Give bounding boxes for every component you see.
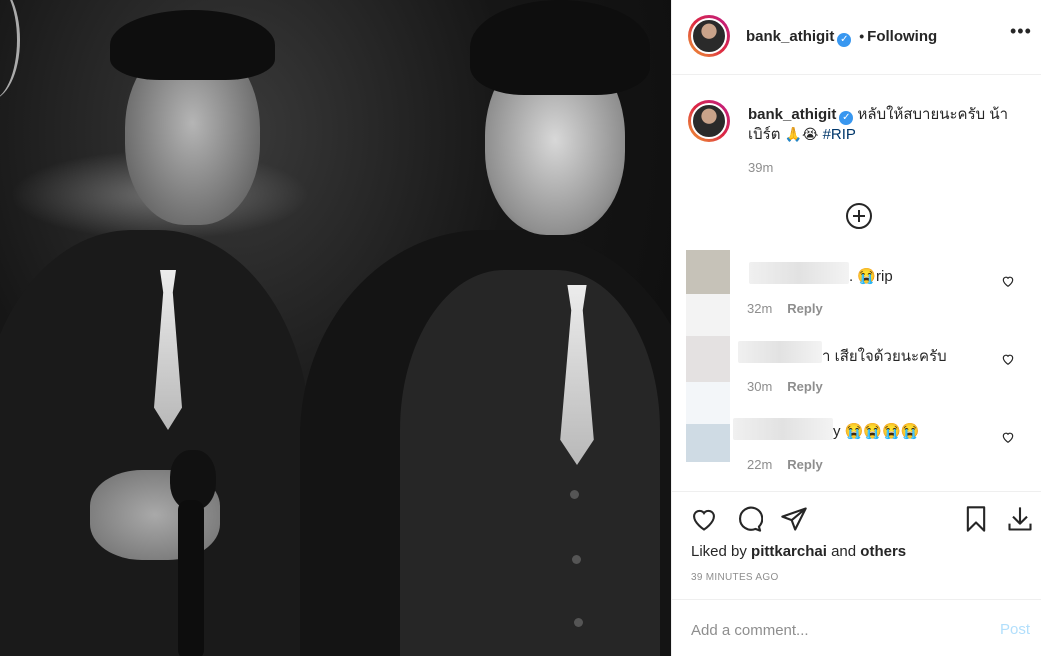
vest-button — [570, 490, 579, 499]
reply-button[interactable]: Reply — [787, 457, 822, 472]
header-username[interactable]: bank_athigit — [746, 28, 834, 45]
vest-button — [574, 618, 583, 627]
left-person-hair — [110, 10, 275, 80]
heart-icon[interactable] — [1001, 274, 1015, 288]
comment-bar: Post — [672, 599, 1041, 656]
following-button[interactable]: Following — [867, 28, 937, 45]
liked-by-user[interactable]: pittkarchai — [751, 543, 827, 560]
heart-icon[interactable] — [1001, 352, 1015, 366]
bookmark-icon[interactable] — [962, 505, 990, 533]
plus-circle-icon[interactable] — [846, 203, 872, 229]
post-photo — [0, 0, 671, 656]
post-timestamp: 39 MINUTES AGO — [691, 572, 779, 583]
comment-avatar[interactable] — [686, 424, 730, 462]
comment-avatar[interactable] — [686, 336, 730, 382]
left-person-body — [0, 230, 310, 656]
verified-badge-icon: ✓ — [837, 33, 852, 47]
comment-time: 30m — [747, 379, 773, 394]
caption-username[interactable]: bank_athigit — [748, 106, 836, 123]
heart-icon[interactable] — [690, 505, 718, 533]
heart-icon[interactable] — [1001, 430, 1015, 444]
blurred-commenter-name — [749, 262, 849, 284]
caption-time: 39m — [748, 160, 774, 175]
reply-button[interactable]: Reply — [787, 379, 822, 394]
share-icon[interactable] — [780, 505, 808, 533]
likes-summary: Liked by pittkarchai and others — [691, 543, 906, 560]
reply-button[interactable]: Reply — [787, 301, 822, 316]
likes-connector: and — [831, 543, 857, 560]
comment-avatar-divider — [686, 382, 730, 424]
right-person-hair — [470, 0, 650, 95]
caption-hashtag[interactable]: #RIP — [823, 126, 856, 143]
caption-emojis: 🙏😭 — [784, 127, 819, 143]
blurred-commenter-name — [733, 418, 833, 440]
comment-time: 32m — [747, 301, 773, 316]
microphone-handle — [178, 500, 204, 656]
vest-button — [572, 555, 581, 564]
caption-avatar[interactable] — [688, 100, 730, 142]
background-light-arc — [0, 0, 20, 100]
post-actions: Liked by pittkarchai and others 39 MINUT… — [672, 491, 1041, 599]
right-person-vest — [400, 270, 660, 656]
comment-avatar-divider — [686, 294, 730, 336]
verified-badge-icon: ✓ — [839, 111, 854, 125]
header-separator: • — [859, 28, 865, 44]
comment-text: y 😭😭😭😭 — [833, 423, 920, 440]
post-side-panel: bank_athigit ✓ • Following ••• bank_athigi… — [671, 0, 1041, 656]
header-avatar[interactable] — [688, 15, 730, 57]
more-options-icon[interactable]: ••• — [1010, 22, 1031, 44]
comment-avatar[interactable] — [686, 250, 730, 294]
comment-input[interactable] — [691, 620, 981, 640]
comment-icon[interactable] — [735, 505, 763, 533]
liked-by-others[interactable]: others — [860, 543, 906, 560]
blurred-commenter-name — [738, 341, 822, 363]
download-icon[interactable] — [1006, 505, 1034, 533]
post-header: bank_athigit ✓ • Following ••• — [672, 0, 1041, 75]
comment-text: . 😭rip — [849, 268, 893, 285]
comment-text: า เสียใจด้วยนะครับ — [822, 348, 947, 365]
likes-prefix: Liked by — [691, 543, 747, 560]
comment-time: 22m — [747, 457, 773, 472]
post-button[interactable]: Post — [1000, 621, 1030, 638]
